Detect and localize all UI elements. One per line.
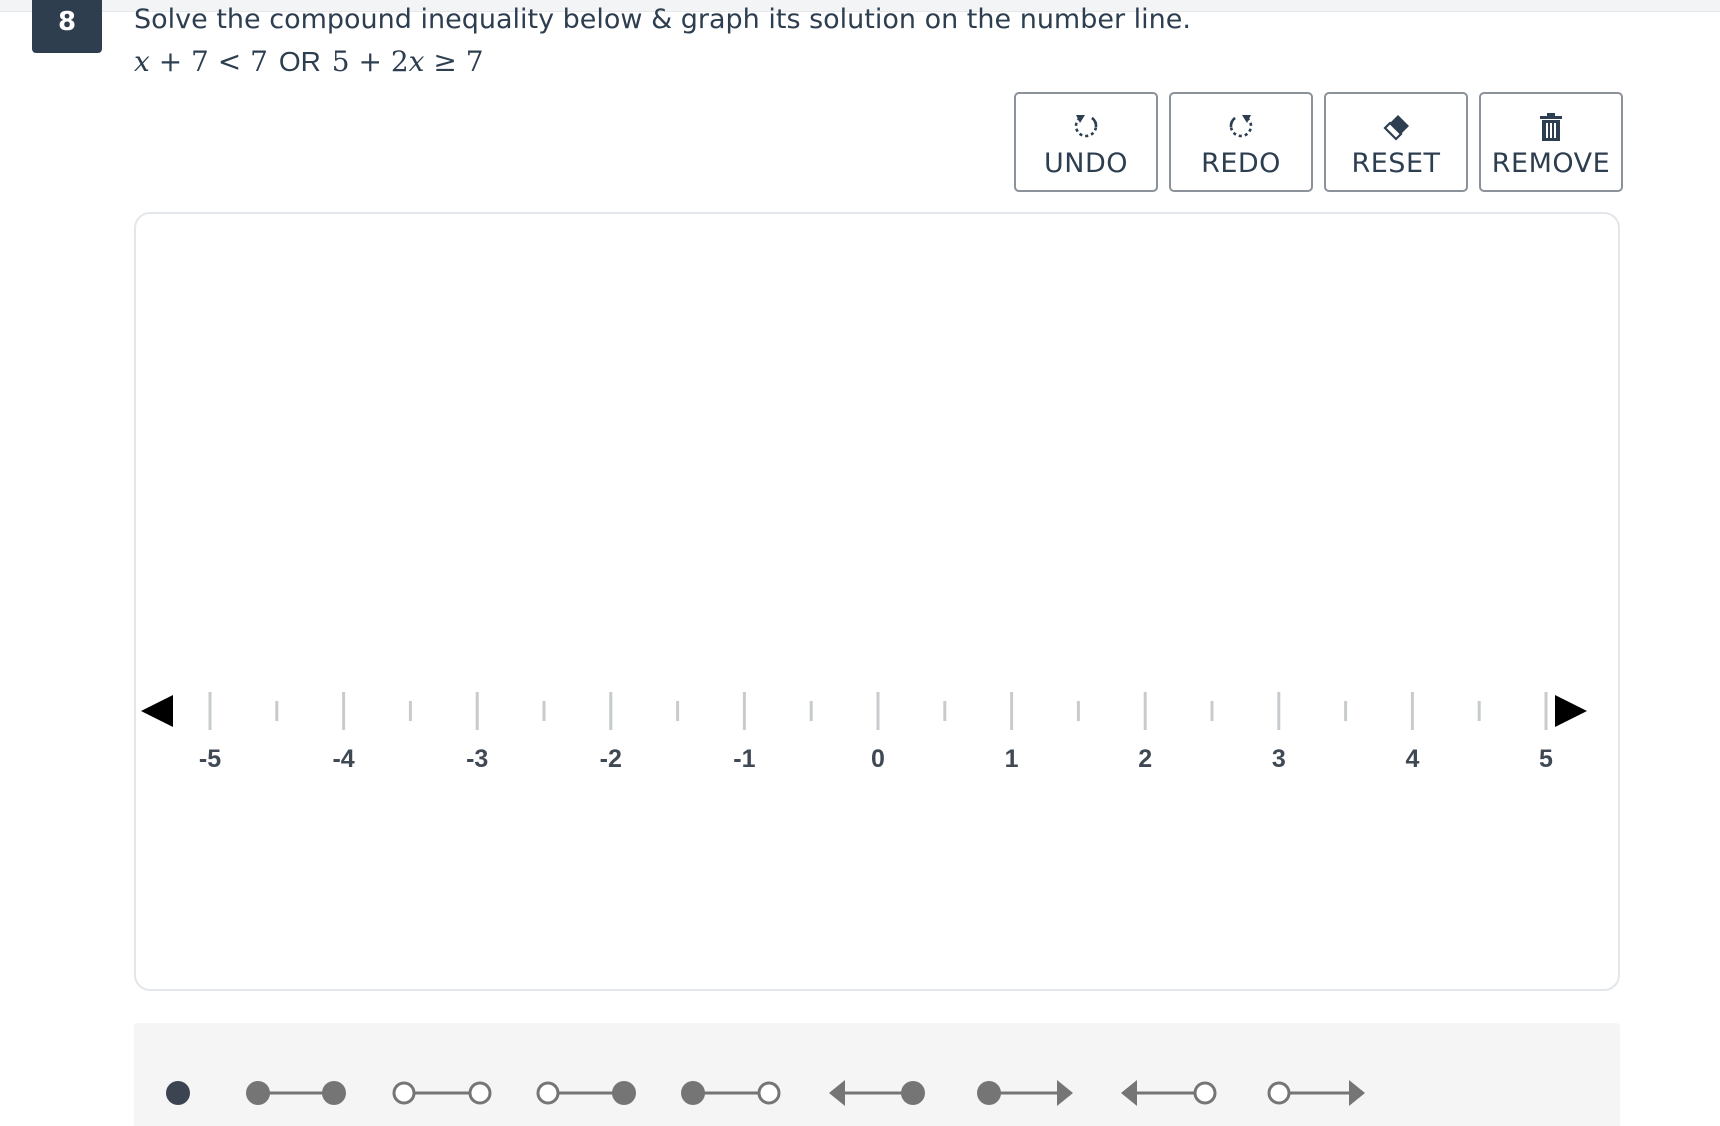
tool-segment-closed-open[interactable] xyxy=(681,1081,781,1105)
tool-tray xyxy=(134,1023,1620,1126)
tick-label: -4 xyxy=(332,745,354,773)
equation-right-lead: 5 + 2 xyxy=(322,45,409,78)
number-line[interactable]: -5 -4 -3 -2 -1 0 1 2 3 4 5 xyxy=(136,214,1622,993)
arrow-right-icon xyxy=(1555,695,1587,727)
tick-label: 3 xyxy=(1272,745,1286,773)
tick-label: 1 xyxy=(1005,745,1019,773)
redo-icon xyxy=(1229,115,1253,138)
equation-connector: OR xyxy=(278,46,321,77)
tool-segment-open-open[interactable] xyxy=(392,1081,492,1105)
arrow-left-icon xyxy=(141,695,173,727)
tool-ray-right-open[interactable] xyxy=(1267,1080,1365,1106)
remove-label: REMOVE xyxy=(1491,148,1611,179)
tool-closed-point[interactable] xyxy=(166,1081,190,1105)
equation-left-rest: + 7 < 7 xyxy=(149,45,277,78)
equation-right-rest: ≥ 7 xyxy=(424,45,484,78)
tick-label: -5 xyxy=(199,745,221,773)
question-prompt: Solve the compound inequality below & gr… xyxy=(134,4,1191,35)
tool-ray-left-open[interactable] xyxy=(1121,1080,1217,1106)
tick-label: -2 xyxy=(600,745,622,773)
graph-toolbar: UNDO REDO RESET REMOVE xyxy=(1014,92,1623,192)
reset-button[interactable]: RESET xyxy=(1324,92,1468,192)
remove-button[interactable]: REMOVE xyxy=(1479,92,1623,192)
question-number-badge: 8 xyxy=(32,0,102,53)
trash-icon xyxy=(1540,113,1562,141)
page: 8 Solve the compound inequality below & … xyxy=(0,0,1720,1126)
tick-label: -1 xyxy=(733,745,755,773)
equation-variable: x xyxy=(134,45,150,78)
eraser-icon xyxy=(1383,115,1409,141)
redo-label: REDO xyxy=(1201,148,1281,179)
reset-label: RESET xyxy=(1351,148,1441,179)
tool-segment-closed-closed[interactable] xyxy=(246,1081,346,1105)
tick-label: 0 xyxy=(871,745,885,773)
tick-label: 2 xyxy=(1138,745,1152,773)
undo-label: UNDO xyxy=(1043,148,1128,179)
undo-button[interactable]: UNDO xyxy=(1014,92,1158,192)
tool-ray-left-closed[interactable] xyxy=(829,1080,925,1106)
equation-variable: x xyxy=(408,45,425,78)
tick-label: 5 xyxy=(1539,745,1553,773)
tick-label: -3 xyxy=(466,745,488,773)
tool-ray-right-closed[interactable] xyxy=(977,1080,1073,1106)
redo-button[interactable]: REDO xyxy=(1169,92,1313,192)
tool-segment-open-closed[interactable] xyxy=(536,1081,636,1105)
graph-area[interactable]: -5 -4 -3 -2 -1 0 1 2 3 4 5 xyxy=(134,212,1620,991)
question-equation: x + 7 < 7 OR 5 + 2x ≥ 7 xyxy=(134,42,484,82)
tick-label: 4 xyxy=(1405,745,1419,773)
undo-icon xyxy=(1074,115,1098,138)
